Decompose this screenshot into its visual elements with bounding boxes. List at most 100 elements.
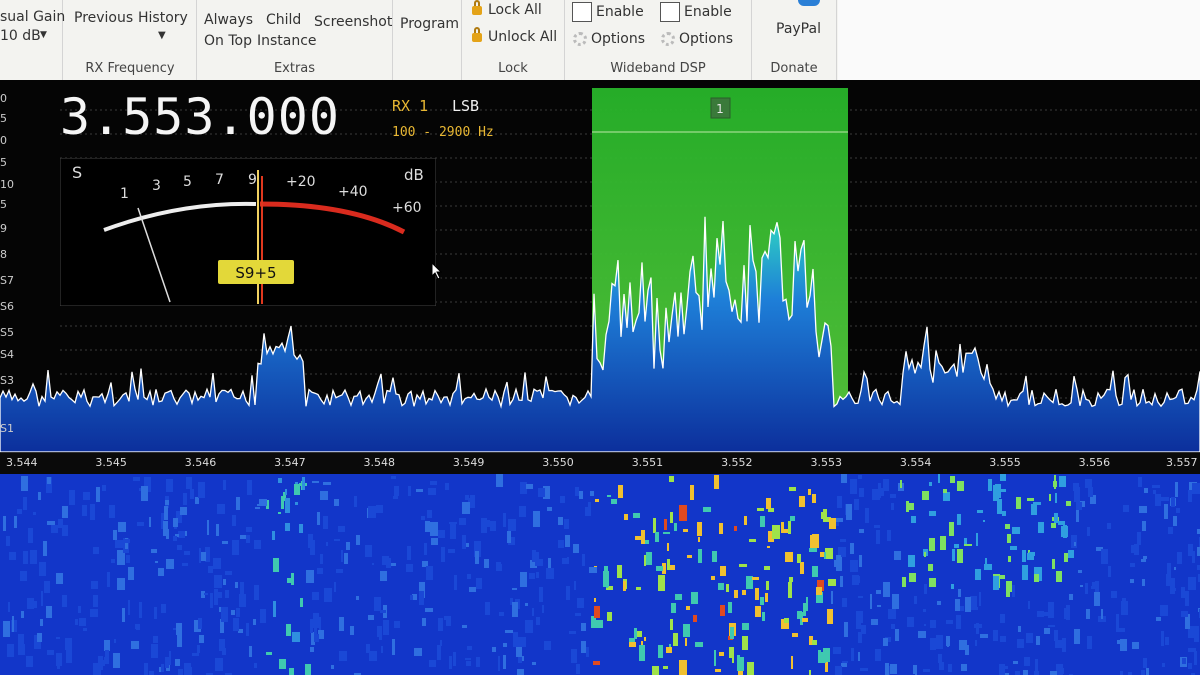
waterfall-cell (975, 640, 977, 646)
waterfall-cell (476, 578, 482, 589)
waterfall-cell (1161, 631, 1164, 646)
waterfall-cell (1000, 614, 1005, 623)
chevron-down-icon[interactable]: ▼ (40, 30, 47, 40)
waterfall-cell (96, 487, 100, 502)
waterfall-cell (47, 521, 55, 525)
screenshot-button[interactable]: Screenshot (314, 14, 392, 30)
waterfall-cell (235, 582, 238, 588)
always-on-top-label2[interactable]: On Top (204, 33, 252, 49)
waterfall-cell (742, 590, 746, 595)
options-button-1[interactable]: Options (573, 31, 645, 47)
waterfall-cell (222, 648, 226, 655)
waterfall-cell (437, 645, 441, 660)
waterfall-cell (485, 602, 490, 615)
waterfall-cell (285, 523, 290, 531)
waterfall-cell (430, 522, 438, 536)
waterfall-cell (469, 587, 476, 592)
waterfall-cell (940, 536, 946, 550)
waterfall-cell (728, 602, 732, 613)
always-on-top-label1[interactable]: Always (204, 12, 253, 28)
waterfall-cell (1002, 511, 1006, 516)
history-button[interactable]: History (138, 10, 188, 26)
waterfall-cell (636, 587, 641, 590)
waterfall-cell (137, 522, 144, 526)
waterfall[interactable] (0, 474, 1200, 675)
waterfall-cell (762, 612, 765, 621)
unlock-icon (472, 26, 482, 42)
waterfall-cell (1142, 521, 1146, 531)
waterfall-cell (691, 592, 698, 604)
options-button-2[interactable]: Options (661, 31, 733, 47)
waterfall-cell (1069, 594, 1073, 600)
waterfall-cell (569, 631, 576, 634)
child-instance-label2[interactable]: Instance (257, 33, 317, 49)
unlock-all-button[interactable]: Unlock All (472, 26, 557, 45)
audio-gain-dropdown[interactable]: 10 dB (0, 28, 41, 44)
waterfall-cell (221, 607, 228, 622)
waterfall-cell (431, 538, 438, 545)
enable-checkbox-1[interactable]: Enable (572, 2, 644, 22)
lock-all-button[interactable]: Lock All (472, 0, 542, 18)
waterfall-cell (1141, 559, 1146, 562)
freq-tick-label: 3.553 (810, 456, 842, 469)
waterfall-cell (111, 559, 115, 563)
waterfall-cell (781, 522, 784, 531)
history-dropdown-icon[interactable]: ▼ (158, 30, 166, 41)
frequency-axis[interactable]: 3.544 3.545 3.546 3.547 3.548 3.549 3.550 3.551… (0, 452, 1200, 475)
waterfall-cell (306, 570, 314, 583)
waterfall-cell (760, 597, 764, 605)
previous-button[interactable]: Previous (74, 10, 133, 26)
waterfall-cell (107, 572, 110, 587)
waterfall-cell (503, 655, 506, 669)
waterfall-cell (1087, 527, 1090, 536)
waterfall-cell (658, 645, 663, 658)
waterfall-cell (574, 581, 576, 590)
waterfall-cell (466, 661, 471, 666)
mode-label[interactable]: LSB (452, 97, 479, 115)
waterfall-cell (113, 653, 120, 668)
waterfall-cell (698, 549, 702, 563)
waterfall-cell (1062, 638, 1066, 652)
waterfall-cell (1101, 549, 1108, 564)
waterfall-cell (62, 506, 68, 518)
waterfall-cell (1052, 559, 1055, 569)
waterfall-cell (1022, 550, 1026, 562)
waterfall-cell (475, 551, 479, 564)
waterfall-cell (341, 550, 343, 562)
waterfall-cell (46, 606, 52, 618)
paypal-button[interactable]: PayPal (776, 21, 821, 37)
waterfall-cell (856, 617, 861, 629)
waterfall-cell (816, 587, 822, 595)
waterfall-cell (581, 623, 586, 631)
waterfall-cell (1027, 498, 1034, 501)
waterfall-cell (842, 598, 847, 607)
vfo-frequency[interactable]: 3.553.000 (60, 88, 340, 146)
waterfall-cell (26, 656, 33, 667)
waterfall-cell (23, 551, 28, 564)
waterfall-cell (1048, 625, 1055, 627)
waterfall-cell (895, 629, 899, 641)
waterfall-cell (957, 514, 961, 525)
child-instance-label1[interactable]: Child (266, 12, 301, 28)
waterfall-cell (590, 491, 594, 496)
waterfall-cell (1111, 591, 1117, 598)
waterfall-cell (192, 653, 199, 656)
gear-icon (661, 32, 675, 46)
waterfall-cell (937, 601, 941, 605)
s-scale-7: 7 (215, 172, 224, 188)
waterfall-cell (1012, 527, 1020, 534)
waterfall-cell (842, 661, 848, 663)
waterfall-cell (1008, 556, 1011, 562)
waterfall-cell (1027, 553, 1034, 560)
enable-checkbox-2[interactable]: Enable (660, 2, 732, 22)
waterfall-cell (214, 589, 218, 605)
waterfall-cell (874, 525, 880, 528)
waterfall-cell (503, 513, 506, 527)
waterfall-cell (800, 562, 804, 574)
waterfall-cell (519, 506, 526, 517)
waterfall-cell (858, 475, 862, 479)
lock-icon (472, 0, 482, 15)
waterfall-cell (594, 606, 600, 618)
program-button[interactable]: Program (400, 16, 459, 32)
waterfall-cell (788, 582, 792, 598)
